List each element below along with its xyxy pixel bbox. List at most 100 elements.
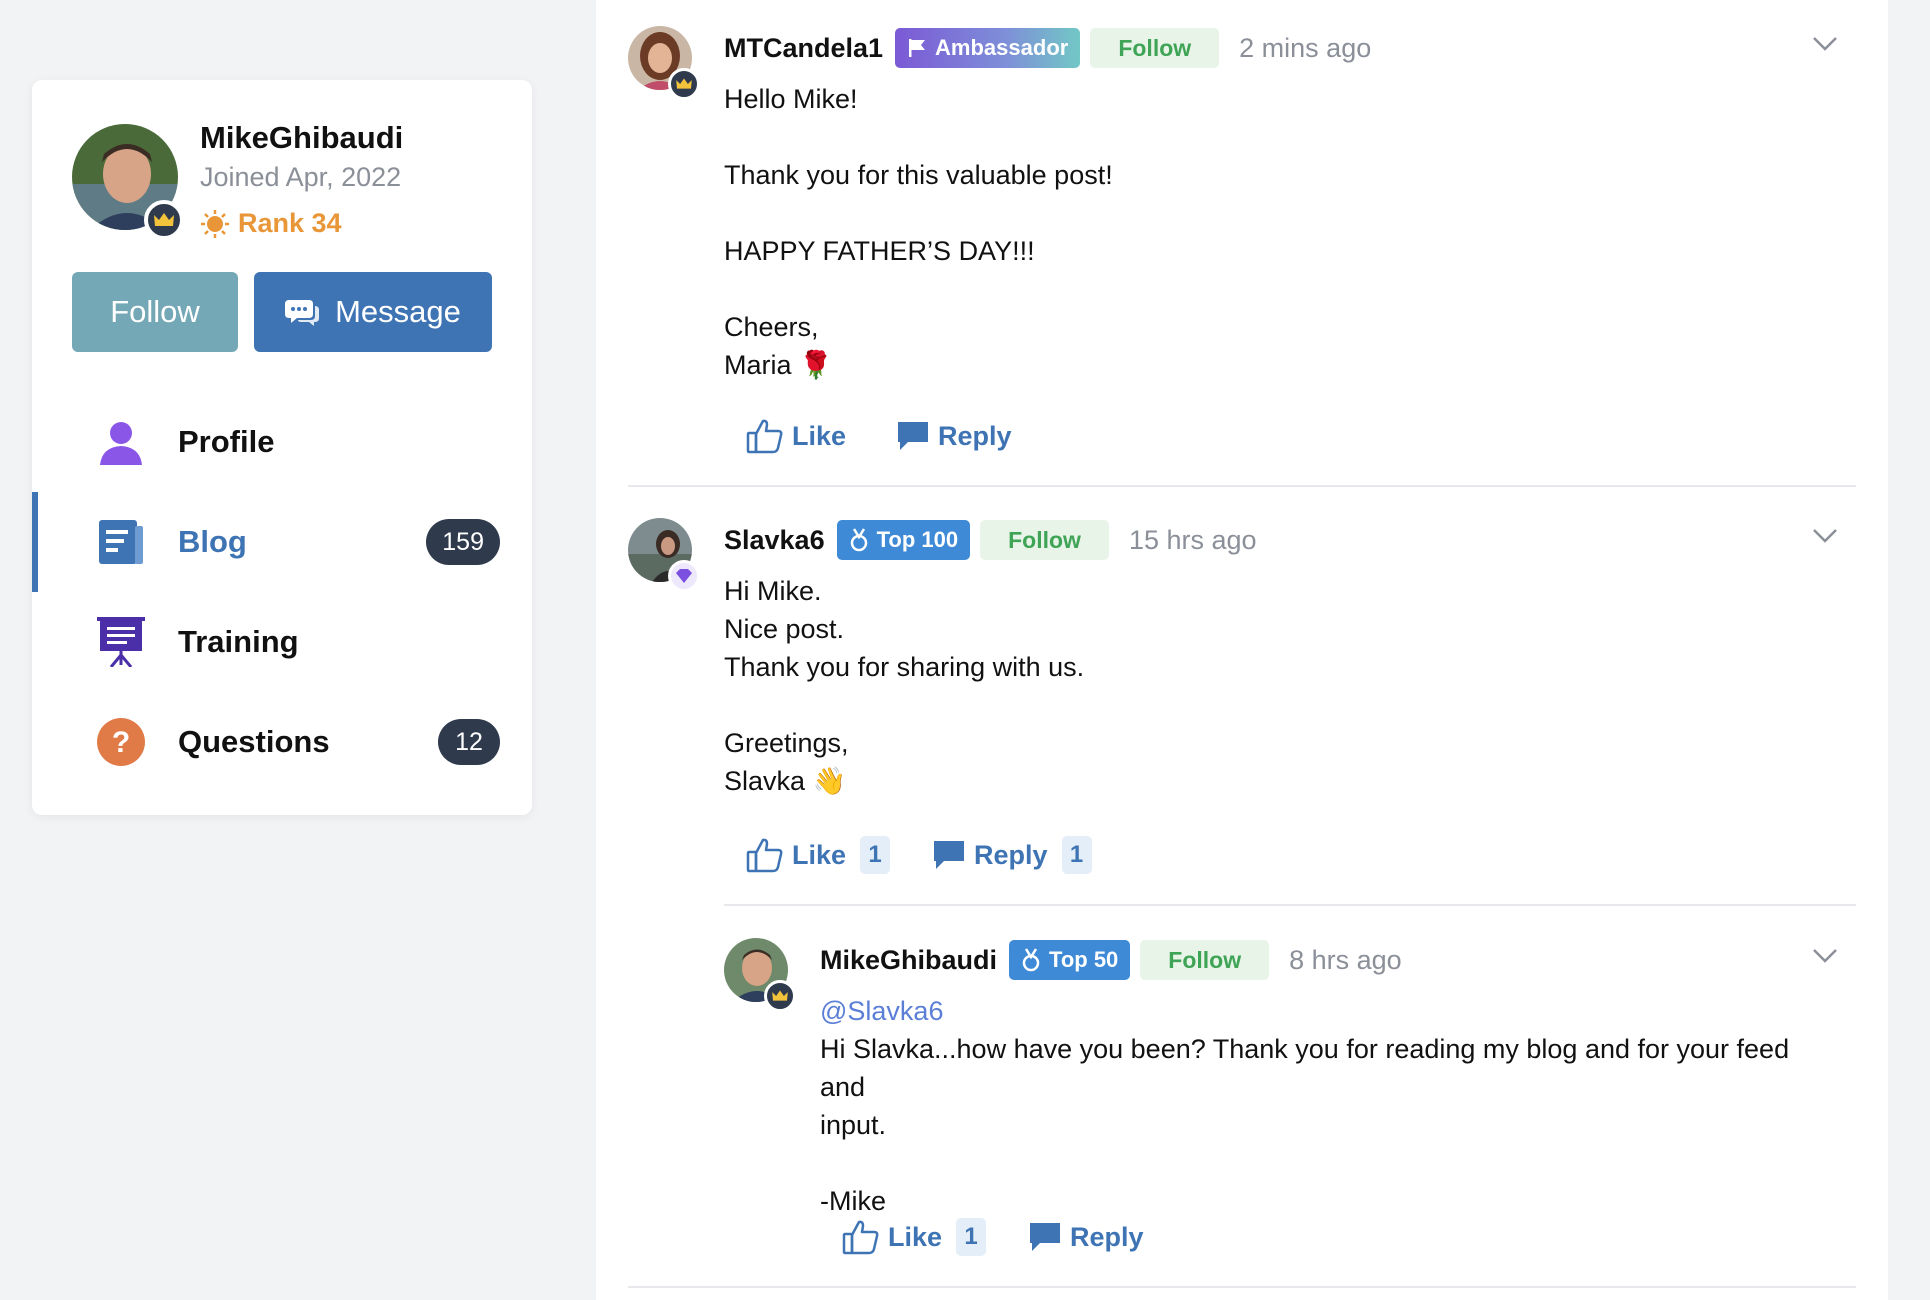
like-count: 1: [956, 1218, 987, 1256]
like-button[interactable]: Like: [746, 418, 846, 454]
thumbs-up-icon: [746, 419, 783, 454]
chevron-down-icon[interactable]: [1812, 36, 1838, 57]
like-label: Like: [792, 420, 847, 451]
reply-bubble-icon: [934, 841, 965, 869]
comments-panel: MTCandela1 Ambassador Follow 2 mins ago …: [596, 0, 1888, 1300]
reply-count: 1: [1061, 836, 1092, 874]
like-label: Like: [792, 839, 847, 870]
sidebar-item-label: Blog: [178, 524, 247, 559]
sidebar-item-training[interactable]: Training: [32, 592, 532, 692]
body-line: Cheers,: [724, 312, 819, 342]
body-line: Thank you for sharing with us.: [724, 652, 1085, 682]
badge-label: Top 50: [1049, 947, 1119, 972]
rank-label: Rank 34: [200, 208, 342, 239]
comment-body: @Slavka6 Hi Slavka...how have you been? …: [820, 992, 1840, 1220]
sidebar-item-blog[interactable]: Blog 159: [32, 492, 532, 592]
like-label: Like: [888, 1221, 943, 1252]
reply-label: Reply: [974, 839, 1048, 870]
medal-icon: [1022, 948, 1040, 972]
body-line: Slavka 👋: [724, 766, 847, 796]
comment-actions: Like Reply: [746, 418, 1012, 454]
sidebar-item-label: Training: [178, 624, 299, 659]
body-line: Nice post.: [724, 614, 845, 644]
comment-username[interactable]: MTCandela1: [724, 33, 883, 64]
svg-text:?: ?: [112, 726, 130, 759]
comment-header: Slavka6 Top 100 Follow 15 hrs ago: [724, 520, 1257, 560]
profile-name[interactable]: MikeGhibaudi: [200, 120, 403, 156]
thumbs-up-icon: [842, 1220, 879, 1255]
reply-button[interactable]: Reply 1: [932, 836, 1092, 874]
comment-actions: Like 1 Reply: [842, 1218, 1144, 1256]
body-line: Thank you for this valuable post!: [724, 160, 1113, 190]
body-line: Hi Slavka...how have you been? Thank you…: [820, 1034, 1790, 1102]
message-label: Message: [335, 294, 461, 329]
follow-button[interactable]: Follow: [980, 520, 1109, 560]
reply-button[interactable]: Reply: [1028, 1221, 1144, 1253]
ambassador-badge: Ambassador: [895, 28, 1081, 68]
comment-body: Hello Mike! Thank you for this valuable …: [724, 80, 1113, 384]
body-line: Greetings,: [724, 728, 849, 758]
comment-username[interactable]: MikeGhibaudi: [820, 945, 997, 976]
follow-button[interactable]: Follow: [1140, 940, 1270, 980]
presentation-icon: [96, 617, 146, 667]
reply-bubble-icon: [898, 422, 929, 450]
mention-link[interactable]: @Slavka6: [820, 992, 1840, 1030]
badge-label: Top 100: [876, 527, 959, 552]
medal-icon: [850, 528, 867, 552]
divider: [628, 1286, 1856, 1288]
like-button[interactable]: Like 1: [842, 1218, 987, 1256]
message-button[interactable]: Message: [254, 272, 492, 352]
comment-actions: Like 1 Reply 1: [746, 836, 1092, 874]
like-button[interactable]: Like 1: [746, 836, 891, 874]
person-icon: [96, 417, 146, 467]
comment-body: Hi Mike. Nice post. Thank you for sharin…: [724, 572, 1084, 800]
comment-username[interactable]: Slavka6: [724, 525, 825, 556]
body-line: Maria 🌹: [724, 350, 833, 380]
reply-button[interactable]: Reply: [896, 420, 1012, 452]
thumbs-up-icon: [746, 838, 783, 873]
follow-button[interactable]: Follow: [72, 272, 238, 352]
document-icon: [96, 517, 146, 567]
like-count: 1: [860, 836, 891, 874]
comment-timestamp: 2 mins ago: [1239, 32, 1372, 63]
body-line: HAPPY FATHER’S DAY!!!: [724, 236, 1035, 266]
follow-button[interactable]: Follow: [1090, 28, 1220, 68]
reply-label: Reply: [938, 420, 1012, 451]
rank-text: Rank 34: [238, 208, 342, 238]
sidebar-item-profile[interactable]: Profile: [32, 392, 532, 492]
badge-label: Ambassador: [935, 35, 1069, 60]
sidebar-item-label: Questions: [178, 724, 330, 759]
gem-badge: [668, 560, 700, 592]
divider: [628, 485, 1856, 487]
joined-date: Joined Apr, 2022: [200, 162, 402, 192]
top-badge: Top 50: [1009, 940, 1131, 980]
crown-badge: [764, 980, 796, 1012]
comment-timestamp: 15 hrs ago: [1128, 524, 1257, 555]
sun-rank-icon: [201, 209, 229, 238]
chat-bubbles-icon: [285, 300, 320, 326]
profile-card: MikeGhibaudi Joined Apr, 2022 Rank 34 Fo…: [32, 80, 532, 815]
question-icon: ?: [96, 717, 146, 767]
questions-count-badge: 12: [438, 719, 500, 765]
blog-count-badge: 159: [426, 519, 500, 565]
flag-icon: [909, 39, 926, 57]
divider: [724, 904, 1856, 906]
reply-bubble-icon: [1030, 1223, 1061, 1251]
reply-label: Reply: [1070, 1221, 1144, 1252]
gem-icon: [676, 569, 692, 583]
comment-header: MTCandela1 Ambassador Follow 2 mins ago: [724, 28, 1371, 68]
comment-timestamp: 8 hrs ago: [1289, 944, 1402, 975]
sidebar-item-label: Profile: [178, 424, 275, 459]
body-line: Hello Mike!: [724, 84, 858, 114]
body-line: Hi Mike.: [724, 576, 822, 606]
crown-badge: [144, 200, 184, 240]
sidebar-item-questions[interactable]: ? Questions 12: [32, 692, 532, 792]
comment-header: MikeGhibaudi Top 50 Follow 8 hrs ago: [820, 940, 1402, 980]
chevron-down-icon[interactable]: [1812, 948, 1838, 969]
crown-icon: [154, 213, 174, 226]
top-badge: Top 100: [836, 520, 971, 560]
body-line: -Mike: [820, 1186, 886, 1216]
chevron-down-icon[interactable]: [1812, 528, 1838, 549]
body-line: input.: [820, 1110, 887, 1140]
crown-icon: [772, 990, 788, 1001]
